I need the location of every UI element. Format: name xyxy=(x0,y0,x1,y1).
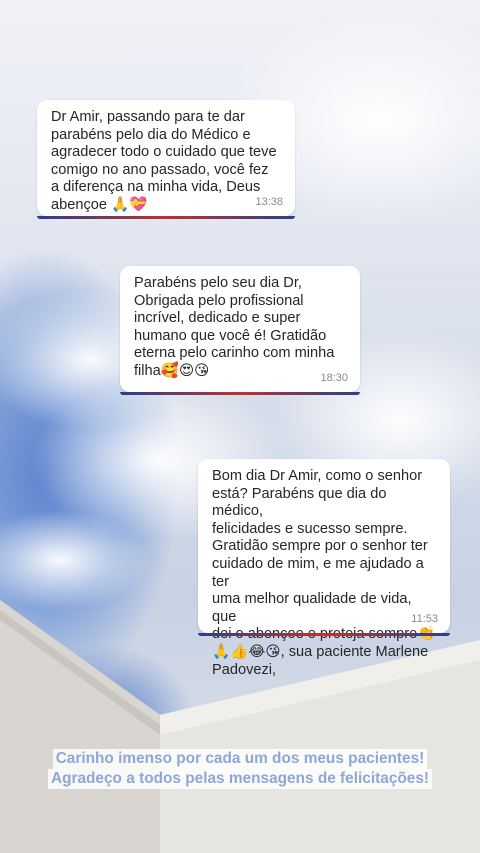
bubble-stripe xyxy=(120,392,360,395)
bubble-stripe xyxy=(37,216,295,219)
caption-line-2: Agradeço a todos pelas mensagens de feli… xyxy=(47,769,433,789)
message-bubble-2: Parabéns pelo seu dia Dr, Obrigada pelo … xyxy=(116,262,364,396)
message-text: Parabéns pelo seu dia Dr, Obrigada pelo … xyxy=(134,275,335,379)
message-text: Dr Amir, passando para te dar parabéns p… xyxy=(51,109,277,213)
message-time: 13:38 xyxy=(255,196,283,209)
message-bubble-3: Bom dia Dr Amir, como o senhor está? Par… xyxy=(194,455,454,678)
message-time: 18:30 xyxy=(320,372,348,385)
caption-line-1: Carinho imenso por cada um dos meus paci… xyxy=(52,749,428,769)
message-bubble-1: Dr Amir, passando para te dar parabéns p… xyxy=(33,96,299,220)
message-text: Bom dia Dr Amir, como o senhor está? Par… xyxy=(212,468,435,678)
message-time: 11:53 xyxy=(411,613,438,626)
story-caption: Carinho imenso por cada um dos meus paci… xyxy=(0,749,480,789)
bubble-stripe xyxy=(198,633,450,636)
